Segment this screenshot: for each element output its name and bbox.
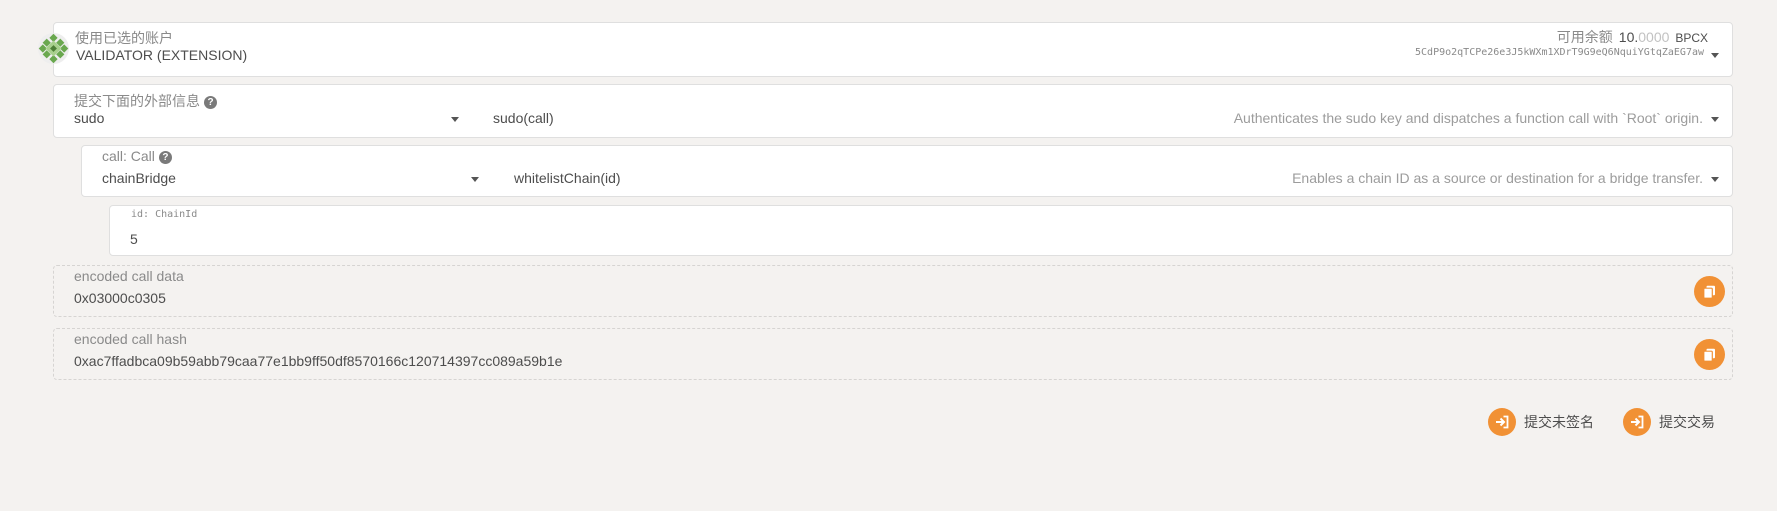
copy-icon: [1703, 348, 1715, 362]
balance-display: 可用余额 10.0000 BPCX: [1557, 27, 1708, 47]
extrinsic-method-description: Authenticates the sudo key and dispatche…: [1233, 110, 1703, 126]
balance-dec: 0000: [1638, 29, 1670, 45]
extrinsic-module-select[interactable]: sudo: [60, 108, 465, 130]
chevron-down-icon: [471, 177, 479, 182]
encoded-call-data-value: 0x03000c0305: [74, 290, 166, 306]
sign-in-icon: [1488, 408, 1516, 436]
submit-transaction-label: 提交交易: [1659, 414, 1715, 430]
param-id-field[interactable]: [109, 205, 1733, 256]
call-module-select[interactable]: chainBridge: [88, 168, 485, 190]
submit-transaction-button[interactable]: 提交交易: [1623, 408, 1715, 436]
sign-in-icon: [1623, 408, 1651, 436]
balance-int: 10.: [1618, 29, 1639, 45]
copy-call-data-button[interactable]: [1694, 276, 1725, 307]
account-avatar-icon: [38, 33, 69, 64]
call-label-text: call: Call: [102, 148, 155, 164]
call-method-value: whitelistChain(id): [514, 170, 621, 186]
encoded-call-data-field: [53, 265, 1733, 317]
chevron-down-icon: [1711, 177, 1719, 182]
chevron-down-icon: [451, 117, 459, 122]
account-address: 5CdP9o2qTCPe26e3J5kWXm1XDrT9G9eQ6NquiYGt…: [1415, 47, 1704, 58]
call-label: call: Call?: [102, 148, 172, 164]
account-name: VALIDATOR (EXTENSION): [76, 47, 248, 63]
help-icon[interactable]: ?: [158, 151, 172, 164]
submit-unsigned-label: 提交未签名: [1524, 414, 1594, 430]
call-method-description: Enables a chain ID as a source or destin…: [1292, 170, 1703, 186]
encoded-call-hash-value: 0xac7ffadbca09b59abb79caa77e1bb9ff50df85…: [74, 353, 563, 369]
balance-label: 可用余额: [1556, 29, 1613, 45]
chevron-down-icon: [1711, 117, 1719, 122]
extrinsic-method-value: sudo(call): [493, 110, 554, 126]
extrinsic-module-value: sudo: [74, 110, 105, 126]
call-method-select[interactable]: whitelistChain(id) Enables a chain ID as…: [500, 168, 1725, 190]
encoded-call-data-label: encoded call data: [74, 268, 184, 284]
param-id-value[interactable]: 5: [130, 231, 138, 247]
copy-call-hash-button[interactable]: [1694, 339, 1725, 370]
param-id-label: id: ChainId: [131, 209, 198, 220]
copy-icon: [1703, 285, 1715, 299]
balance-unit: BPCX: [1675, 31, 1708, 45]
account-dropdown-icon[interactable]: [1711, 53, 1719, 58]
submit-unsigned-button[interactable]: 提交未签名: [1488, 408, 1594, 436]
extrinsic-label-text: 提交下面的外部信息: [74, 93, 200, 109]
call-module-value: chainBridge: [102, 170, 176, 186]
extrinsic-method-select[interactable]: sudo(call) Authenticates the sudo key an…: [480, 108, 1725, 130]
encoded-call-hash-label: encoded call hash: [74, 331, 187, 347]
account-label: 使用已选的账户: [75, 30, 173, 46]
